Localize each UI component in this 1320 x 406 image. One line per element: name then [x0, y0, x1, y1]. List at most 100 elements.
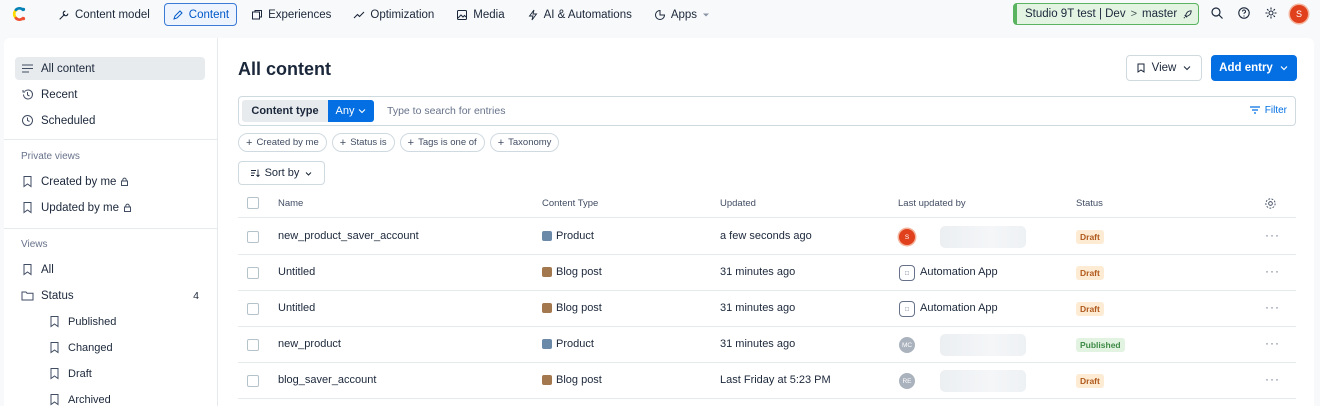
clock-icon	[22, 115, 33, 126]
sidebar-item-archived[interactable]: Archived	[42, 388, 202, 406]
sidebar-item-all-content[interactable]: All content	[15, 57, 205, 80]
contentful-logo[interactable]	[10, 5, 28, 23]
bookmark-icon	[50, 368, 59, 380]
history-icon	[22, 89, 33, 100]
column-header-name[interactable]: Name	[278, 198, 303, 209]
search-input[interactable]	[387, 105, 1087, 117]
row-actions-button[interactable]: ···	[1265, 228, 1280, 242]
nav-label: AI & Automations	[543, 8, 632, 21]
row-actions-button[interactable]: ···	[1265, 372, 1280, 386]
row-actions-button[interactable]: ···	[1265, 336, 1280, 350]
layers-icon	[252, 9, 263, 19]
sidebar-item-draft[interactable]: Draft	[42, 362, 202, 385]
list-icon	[22, 64, 33, 73]
row-checkbox[interactable]	[247, 339, 259, 351]
rocket-icon	[1183, 9, 1192, 18]
environment-switcher[interactable]: Studio 9T test | Dev > master	[1013, 3, 1199, 25]
updated-by-cell: Automation App	[920, 266, 998, 278]
nav-media[interactable]: Media	[448, 3, 512, 26]
entry-name[interactable]: new_product	[278, 338, 341, 350]
image-icon	[457, 9, 468, 20]
nav-label: Content	[188, 8, 230, 21]
select-all-checkbox[interactable]	[247, 197, 259, 209]
column-header-status[interactable]: Status	[1076, 198, 1103, 209]
column-header-last-updated-by[interactable]: Last updated by	[898, 198, 966, 209]
chip-label: Taxonomy	[508, 137, 552, 148]
entry-name[interactable]: Untitled	[278, 302, 315, 314]
content-type-icon	[542, 267, 552, 277]
row-checkbox[interactable]	[247, 375, 259, 387]
row-actions-button[interactable]: ···	[1265, 300, 1280, 314]
content-type-label: Blog post	[556, 266, 602, 278]
add-entry-button[interactable]: Add entry	[1211, 55, 1297, 81]
user-avatar[interactable]: S	[1290, 5, 1308, 23]
status-badge: Draft	[1076, 374, 1104, 388]
sidebar-item-scheduled[interactable]: Scheduled	[15, 109, 205, 132]
chip-tags-is-one-of[interactable]: + Tags is one of	[399, 133, 485, 152]
content-type-select[interactable]: Any	[328, 100, 374, 122]
sort-icon	[250, 169, 260, 178]
bookmark-icon	[50, 394, 59, 406]
row-checkbox[interactable]	[247, 267, 259, 279]
column-settings-icon[interactable]	[1264, 197, 1277, 210]
sidebar-item-recent[interactable]: Recent	[15, 83, 205, 106]
chevron-down-icon	[306, 171, 312, 176]
chip-taxonomy[interactable]: + Taxonomy	[489, 133, 560, 152]
bookmark-icon	[50, 342, 59, 354]
sidebar-item-all[interactable]: All	[15, 258, 205, 281]
filter-button[interactable]: Filter	[1249, 104, 1287, 116]
sidebar-item-published[interactable]: Published	[42, 310, 202, 333]
entry-name[interactable]: blog_saver_account	[278, 374, 376, 386]
sidebar-item-status-folder[interactable]: Status 4	[15, 284, 205, 307]
sidebar-item-label: Draft	[68, 367, 92, 380]
chip-created-by-me[interactable]: + Created by me	[238, 133, 327, 152]
quick-filter-chips: + Created by me + Status is + Tags is one o…	[238, 133, 560, 152]
table-row[interactable]: Untitled Blog post 31 minutes ago □ Automati…	[238, 255, 1296, 291]
nav-optimization[interactable]: Optimization	[345, 3, 442, 26]
bookmark-icon	[23, 176, 32, 188]
gear-icon[interactable]	[1264, 6, 1278, 20]
top-navigation-bar: Content model Content Experiences Optimi…	[0, 0, 1320, 30]
env-separator: >	[1130, 8, 1138, 20]
nav-content[interactable]: Content	[163, 3, 238, 26]
column-header-content-type[interactable]: Content Type	[542, 198, 598, 209]
table-row[interactable]: new_product_saver_account Product a few se…	[238, 219, 1296, 255]
content-type-filter-label[interactable]: Content type	[242, 100, 328, 122]
row-checkbox[interactable]	[247, 303, 259, 315]
sidebar-item-label: Changed	[68, 341, 113, 354]
chevron-down-icon	[1280, 66, 1288, 71]
sort-by-button[interactable]: Sort by	[238, 161, 325, 185]
redacted-user-name	[940, 334, 1026, 356]
table-row[interactable]: new_product Product 31 minutes ago MC Publis…	[238, 327, 1296, 363]
content-type-label: Blog post	[556, 302, 602, 314]
bookmark-icon	[50, 316, 59, 328]
row-actions-button[interactable]: ···	[1265, 264, 1280, 278]
nav-ai-automations[interactable]: AI & Automations	[519, 3, 640, 26]
private-views-heading: Private views	[21, 151, 80, 162]
app-avatar-icon: □	[899, 265, 915, 281]
content-type-cell: Blog post	[542, 374, 602, 386]
status-badge: Draft	[1076, 302, 1104, 316]
sidebar-item-changed[interactable]: Changed	[42, 336, 202, 359]
help-icon[interactable]	[1237, 6, 1251, 20]
updated-cell: Last Friday at 5:23 PM	[720, 374, 831, 386]
environment-name: master	[1142, 8, 1178, 20]
column-header-updated[interactable]: Updated	[720, 198, 756, 209]
table-row[interactable]: Untitled Blog post 31 minutes ago □ Automati…	[238, 291, 1296, 327]
nav-content-model[interactable]: Content model	[50, 3, 158, 26]
sidebar-divider	[4, 139, 217, 140]
table-row[interactable]: blog_saver_account Blog post Last Friday a…	[238, 363, 1296, 399]
view-button[interactable]: View	[1126, 55, 1202, 81]
sidebar-item-updated-by-me[interactable]: Updated by me	[15, 196, 205, 219]
chip-label: Created by me	[256, 137, 319, 148]
app-avatar-icon: □	[899, 301, 915, 317]
sidebar-item-created-by-me[interactable]: Created by me	[15, 170, 205, 193]
nav-apps[interactable]: Apps	[646, 3, 718, 26]
search-icon[interactable]	[1210, 6, 1224, 20]
entry-name[interactable]: Untitled	[278, 266, 315, 278]
folder-icon	[21, 291, 34, 301]
entry-name[interactable]: new_product_saver_account	[278, 230, 419, 242]
row-checkbox[interactable]	[247, 231, 259, 243]
chip-status-is[interactable]: + Status is	[331, 133, 395, 152]
nav-experiences[interactable]: Experiences	[243, 3, 339, 26]
